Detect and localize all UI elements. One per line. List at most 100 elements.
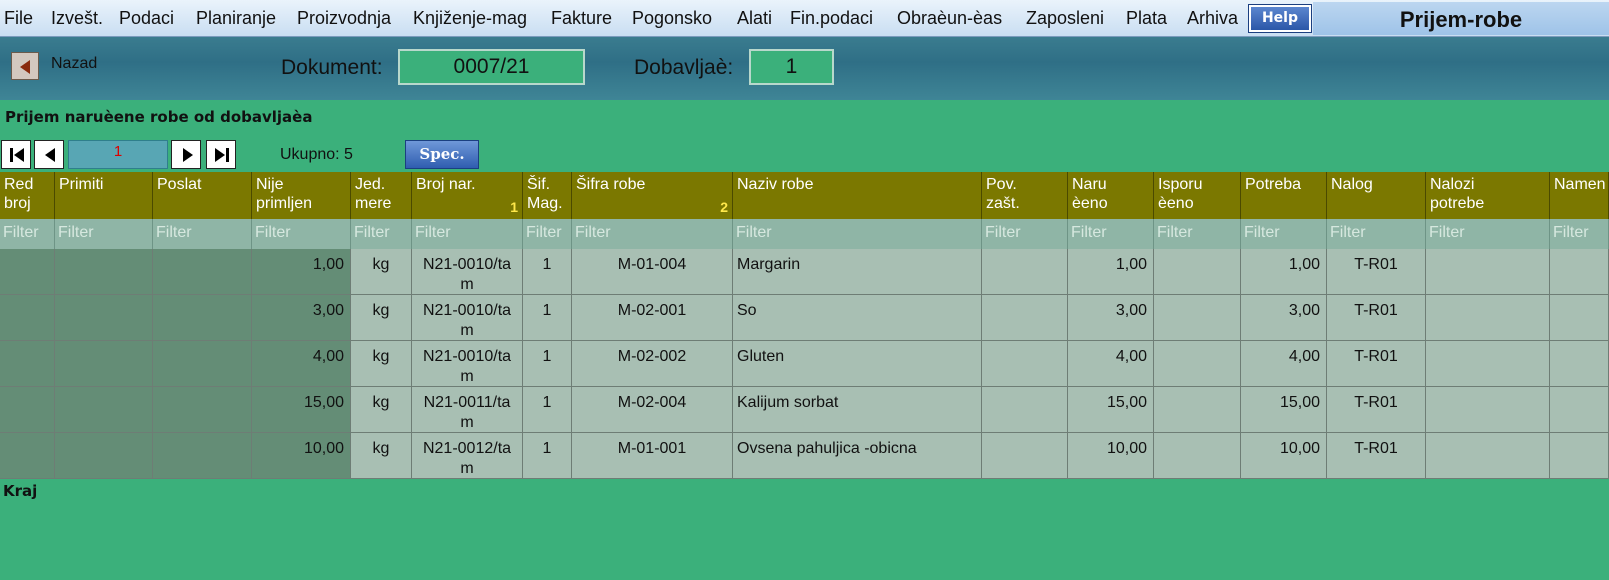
filter-pov-zast[interactable]: Filter [982, 219, 1068, 249]
cell-jed-mere[interactable]: kg [351, 387, 412, 433]
cell-nije-primljen[interactable]: 1,00 [252, 249, 351, 295]
column-header-broj-nar[interactable]: Broj nar. 1 [412, 172, 523, 219]
cell-naruceno[interactable]: 10,00 [1068, 433, 1154, 479]
filter-naziv-robe[interactable]: Filter [733, 219, 982, 249]
cell-poslat[interactable] [153, 341, 252, 387]
table-row[interactable]: 3,00 kg N21-0010/ta m 1 M-02-001 So 3,00 … [0, 295, 1609, 341]
cell-naziv-robe[interactable]: Ovsena pahuljica -obicna [733, 433, 982, 479]
cell-red-broj[interactable] [0, 433, 55, 479]
column-header-poslat[interactable]: Poslat [153, 172, 252, 219]
dokument-field[interactable]: 0007/21 [398, 49, 585, 85]
cell-pov-zast[interactable] [982, 341, 1068, 387]
menu-arhiva[interactable]: Arhiva [1187, 8, 1238, 29]
column-header-potreba[interactable]: Potreba [1241, 172, 1327, 219]
cell-red-broj[interactable] [0, 387, 55, 433]
menu-proizvodnja[interactable]: Proizvodnja [297, 8, 391, 29]
back-button[interactable] [11, 52, 39, 80]
cell-namena[interactable] [1550, 433, 1609, 479]
cell-isporuceno[interactable] [1154, 341, 1241, 387]
cell-nalog[interactable]: T-R01 [1327, 433, 1426, 479]
cell-sif-mag[interactable]: 1 [523, 295, 572, 341]
cell-naziv-robe[interactable]: Gluten [733, 341, 982, 387]
cell-jed-mere[interactable]: kg [351, 433, 412, 479]
cell-isporuceno[interactable] [1154, 249, 1241, 295]
cell-sifra-robe[interactable]: M-02-002 [572, 341, 733, 387]
cell-pov-zast[interactable] [982, 249, 1068, 295]
filter-nije-primljen[interactable]: Filter [252, 219, 351, 249]
page-number-input[interactable]: 1 [68, 140, 168, 169]
filter-red-broj[interactable]: Filter [0, 219, 55, 249]
column-header-red-broj[interactable]: Red broj [0, 172, 55, 219]
table-row[interactable]: 1,00 kg N21-0010/ta m 1 M-01-004 Margarin… [0, 249, 1609, 295]
filter-potreba[interactable]: Filter [1241, 219, 1327, 249]
cell-namena[interactable] [1550, 387, 1609, 433]
cell-potreba[interactable]: 4,00 [1241, 341, 1327, 387]
cell-broj-nar[interactable]: N21-0011/ta m [412, 387, 523, 433]
cell-naruceno[interactable]: 4,00 [1068, 341, 1154, 387]
cell-pov-zast[interactable] [982, 295, 1068, 341]
cell-sif-mag[interactable]: 1 [523, 249, 572, 295]
column-header-naruceno[interactable]: Naru èeno [1068, 172, 1154, 219]
filter-broj-nar[interactable]: Filter [412, 219, 523, 249]
cell-naruceno[interactable]: 15,00 [1068, 387, 1154, 433]
column-header-primiti[interactable]: Primiti [55, 172, 153, 219]
filter-naruceno[interactable]: Filter [1068, 219, 1154, 249]
cell-nalozi-potrebe[interactable] [1426, 341, 1550, 387]
cell-pov-zast[interactable] [982, 387, 1068, 433]
cell-namena[interactable] [1550, 341, 1609, 387]
table-row[interactable]: 10,00 kg N21-0012/ta m 1 M-01-001 Ovsena … [0, 433, 1609, 479]
spec-button[interactable]: Spec. [405, 140, 479, 169]
filter-isporuceno[interactable]: Filter [1154, 219, 1241, 249]
menu-zaposleni[interactable]: Zaposleni [1026, 8, 1104, 29]
filter-jed-mere[interactable]: Filter [351, 219, 412, 249]
column-header-sifra-robe[interactable]: Šifra robe 2 [572, 172, 733, 219]
column-header-nije-primljen[interactable]: Nije primljen [252, 172, 351, 219]
cell-poslat[interactable] [153, 387, 252, 433]
cell-primiti[interactable] [55, 387, 153, 433]
cell-broj-nar[interactable]: N21-0010/ta m [412, 341, 523, 387]
help-button[interactable]: Help [1248, 4, 1312, 33]
cell-nije-primljen[interactable]: 10,00 [252, 433, 351, 479]
cell-potreba[interactable]: 10,00 [1241, 433, 1327, 479]
cell-naruceno[interactable]: 1,00 [1068, 249, 1154, 295]
cell-broj-nar[interactable]: N21-0012/ta m [412, 433, 523, 479]
cell-isporuceno[interactable] [1154, 387, 1241, 433]
cell-naziv-robe[interactable]: So [733, 295, 982, 341]
first-page-button[interactable] [1, 140, 31, 169]
cell-nije-primljen[interactable]: 15,00 [252, 387, 351, 433]
last-page-button[interactable] [206, 140, 236, 169]
column-header-pov-zast[interactable]: Pov. zašt. [982, 172, 1068, 219]
cell-nalozi-potrebe[interactable] [1426, 433, 1550, 479]
cell-nalozi-potrebe[interactable] [1426, 387, 1550, 433]
cell-potreba[interactable]: 15,00 [1241, 387, 1327, 433]
cell-primiti[interactable] [55, 295, 153, 341]
column-header-nalozi-potrebe[interactable]: Nalozi potrebe [1426, 172, 1550, 219]
cell-sif-mag[interactable]: 1 [523, 341, 572, 387]
cell-potreba[interactable]: 1,00 [1241, 249, 1327, 295]
cell-naruceno[interactable]: 3,00 [1068, 295, 1154, 341]
column-header-isporuceno[interactable]: Isporu èeno [1154, 172, 1241, 219]
menu-fakture[interactable]: Fakture [551, 8, 612, 29]
cell-potreba[interactable]: 3,00 [1241, 295, 1327, 341]
cell-sifra-robe[interactable]: M-02-001 [572, 295, 733, 341]
cell-nalog[interactable]: T-R01 [1327, 249, 1426, 295]
menu-plata[interactable]: Plata [1126, 8, 1167, 29]
table-row[interactable]: 15,00 kg N21-0011/ta m 1 M-02-004 Kalijum… [0, 387, 1609, 433]
cell-isporuceno[interactable] [1154, 295, 1241, 341]
filter-nalog[interactable]: Filter [1327, 219, 1426, 249]
cell-naziv-robe[interactable]: Kalijum sorbat [733, 387, 982, 433]
filter-sif-mag[interactable]: Filter [523, 219, 572, 249]
cell-nalozi-potrebe[interactable] [1426, 295, 1550, 341]
cell-primiti[interactable] [55, 249, 153, 295]
cell-nije-primljen[interactable]: 4,00 [252, 341, 351, 387]
cell-poslat[interactable] [153, 295, 252, 341]
cell-nalog[interactable]: T-R01 [1327, 341, 1426, 387]
cell-broj-nar[interactable]: N21-0010/ta m [412, 249, 523, 295]
cell-nije-primljen[interactable]: 3,00 [252, 295, 351, 341]
cell-red-broj[interactable] [0, 295, 55, 341]
cell-red-broj[interactable] [0, 341, 55, 387]
cell-naziv-robe[interactable]: Margarin [733, 249, 982, 295]
cell-namena[interactable] [1550, 295, 1609, 341]
column-header-naziv-robe[interactable]: Naziv robe [733, 172, 982, 219]
cell-jed-mere[interactable]: kg [351, 249, 412, 295]
